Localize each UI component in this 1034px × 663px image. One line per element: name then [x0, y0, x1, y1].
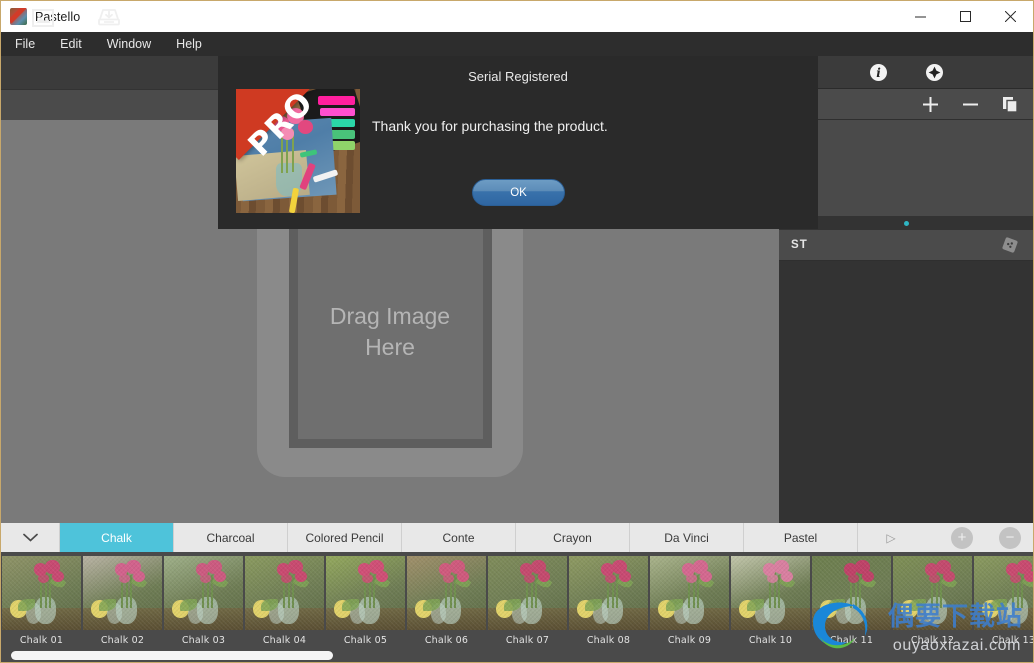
- preset-thumbnail-label: Chalk 05: [344, 635, 387, 646]
- preset-thumbnail-image[interactable]: [974, 556, 1033, 630]
- pro-app-icon-artwork: PRO: [236, 89, 360, 213]
- preset-thumbnail[interactable]: Chalk 01: [1, 556, 82, 646]
- preset-thumbnail[interactable]: Chalk 11: [811, 556, 892, 646]
- dialog-ok-button[interactable]: OK: [472, 179, 565, 206]
- preset-thumbnail[interactable]: Chalk 10: [730, 556, 811, 646]
- preset-thumbnail-image[interactable]: [650, 556, 729, 630]
- preset-thumbnail-image[interactable]: [812, 556, 891, 630]
- chevron-down-icon[interactable]: [1, 523, 60, 552]
- preset-thumbnail[interactable]: Chalk 06: [406, 556, 487, 646]
- adjust-body[interactable]: [779, 261, 1033, 553]
- save-inbox-icon: [97, 8, 121, 27]
- drop-zone-line1: Drag Image: [330, 301, 450, 331]
- menu-bar: File Edit Window Help: [1, 32, 1033, 56]
- maximize-button[interactable]: [943, 1, 988, 32]
- serial-registered-dialog: Serial Registered: [218, 56, 818, 229]
- save-image-button[interactable]: [96, 5, 122, 30]
- adjust-title: ST: [791, 239, 808, 251]
- preset-thumbnail-label: Chalk 07: [506, 635, 549, 646]
- tab-charcoal[interactable]: Charcoal: [174, 523, 288, 552]
- tab-chalk[interactable]: Chalk: [60, 523, 174, 552]
- left-subheader: [1, 89, 220, 120]
- preset-thumbnail-row: Chalk 01 Chalk 02 Chalk 03 Chalk 04 Chalk 05…: [1, 552, 1033, 646]
- remove-layer-button[interactable]: [961, 95, 979, 113]
- preset-thumbnail-image[interactable]: [326, 556, 405, 630]
- preset-thumbnail-strip[interactable]: Chalk 01 Chalk 02 Chalk 03 Chalk 04 Chalk 05…: [1, 552, 1033, 662]
- adjust-actions: [1001, 236, 1019, 254]
- app-icon: [10, 8, 27, 25]
- image-icon: [32, 9, 54, 27]
- close-button[interactable]: [988, 1, 1033, 32]
- preset-thumbnail-image[interactable]: [245, 556, 324, 630]
- presets-icon[interactable]: [1001, 236, 1019, 254]
- preset-thumbnail[interactable]: Chalk 03: [163, 556, 244, 646]
- drop-zone[interactable]: Drag Image Here: [289, 216, 492, 448]
- preset-thumbnail[interactable]: Chalk 05: [325, 556, 406, 646]
- add-preset-button[interactable]: +: [951, 527, 973, 549]
- preset-thumbnail-image[interactable]: [569, 556, 648, 630]
- next-tabs-arrow-icon[interactable]: ▷: [858, 523, 924, 552]
- preset-thumbnail-label: Chalk 11: [830, 635, 873, 646]
- preset-thumbnail-label: Chalk 04: [263, 635, 306, 646]
- settings-icon[interactable]: [924, 62, 944, 82]
- minimize-button[interactable]: [898, 1, 943, 32]
- preset-thumbnail[interactable]: Chalk 08: [568, 556, 649, 646]
- info-icon[interactable]: i: [868, 62, 888, 82]
- pro-app-icon: PRO: [236, 89, 360, 213]
- preset-thumbnail-label: Chalk 10: [749, 635, 792, 646]
- drop-zone-line2: Here: [330, 332, 450, 362]
- window-controls: [898, 1, 1033, 32]
- preset-thumbnail-image[interactable]: [2, 556, 81, 630]
- menu-item-file[interactable]: File: [4, 34, 46, 54]
- preset-thumbnail[interactable]: Chalk 12: [892, 556, 973, 646]
- drop-zone-text: Drag Image Here: [330, 301, 450, 362]
- tab-conte[interactable]: Conte: [402, 523, 516, 552]
- preset-thumbnail-image[interactable]: [164, 556, 243, 630]
- preset-thumbnail-label: Chalk 01: [20, 635, 63, 646]
- preset-thumbnail[interactable]: Chalk 07: [487, 556, 568, 646]
- menu-item-edit[interactable]: Edit: [49, 34, 93, 54]
- preset-thumbnail-label: Chalk 09: [668, 635, 711, 646]
- preset-thumbnail-image[interactable]: [488, 556, 567, 630]
- drop-zone-frame[interactable]: Drag Image Here: [257, 187, 523, 477]
- preset-thumbnail[interactable]: Chalk 13: [973, 556, 1033, 646]
- preset-thumbnail[interactable]: Chalk 04: [244, 556, 325, 646]
- preset-thumbnail-image[interactable]: [83, 556, 162, 630]
- tab-da-vinci[interactable]: Da Vinci: [630, 523, 744, 552]
- pager-dot[interactable]: [904, 221, 909, 226]
- duplicate-layer-button[interactable]: [1001, 95, 1019, 113]
- tab-colored-pencil[interactable]: Colored Pencil: [288, 523, 402, 552]
- preset-thumbnail-image[interactable]: [731, 556, 810, 630]
- thumbnail-scrollbar[interactable]: [1, 649, 1033, 662]
- preset-thumbnail-label: Chalk 02: [101, 635, 144, 646]
- svg-text:i: i: [876, 66, 881, 80]
- menu-item-help[interactable]: Help: [165, 34, 213, 54]
- tab-crayon[interactable]: Crayon: [516, 523, 630, 552]
- open-image-button[interactable]: [30, 5, 56, 30]
- preset-tab-bar: Chalk Charcoal Colored Pencil Conte Cray…: [1, 523, 1033, 552]
- tab-pastel[interactable]: Pastel: [744, 523, 858, 552]
- layers-actions: [921, 95, 1019, 113]
- preset-thumbnail-image[interactable]: [893, 556, 972, 630]
- application-window: Pastello File Edit Window Help: [0, 0, 1034, 663]
- preset-thumbnail-label: Chalk 12: [911, 635, 954, 646]
- preset-thumbnail-label: Chalk 03: [182, 635, 225, 646]
- preset-thumbnail[interactable]: Chalk 02: [82, 556, 163, 646]
- add-layer-button[interactable]: [921, 95, 939, 113]
- preset-thumbnail-image[interactable]: [407, 556, 486, 630]
- preset-thumbnail-label: Chalk 08: [587, 635, 630, 646]
- menu-item-window[interactable]: Window: [96, 34, 162, 54]
- preset-thumbnail-label: Chalk 13: [992, 635, 1033, 646]
- tab-spacer: [924, 523, 941, 552]
- dialog-message: Thank you for purchasing the product.: [372, 118, 802, 134]
- adjust-section-header: ST: [779, 230, 1033, 261]
- preset-thumbnail[interactable]: Chalk 09: [649, 556, 730, 646]
- thumbnail-scrollbar-thumb[interactable]: [11, 651, 333, 660]
- preset-thumbnail-label: Chalk 06: [425, 635, 468, 646]
- title-bar: Pastello: [1, 1, 1033, 32]
- remove-preset-button[interactable]: −: [999, 527, 1021, 549]
